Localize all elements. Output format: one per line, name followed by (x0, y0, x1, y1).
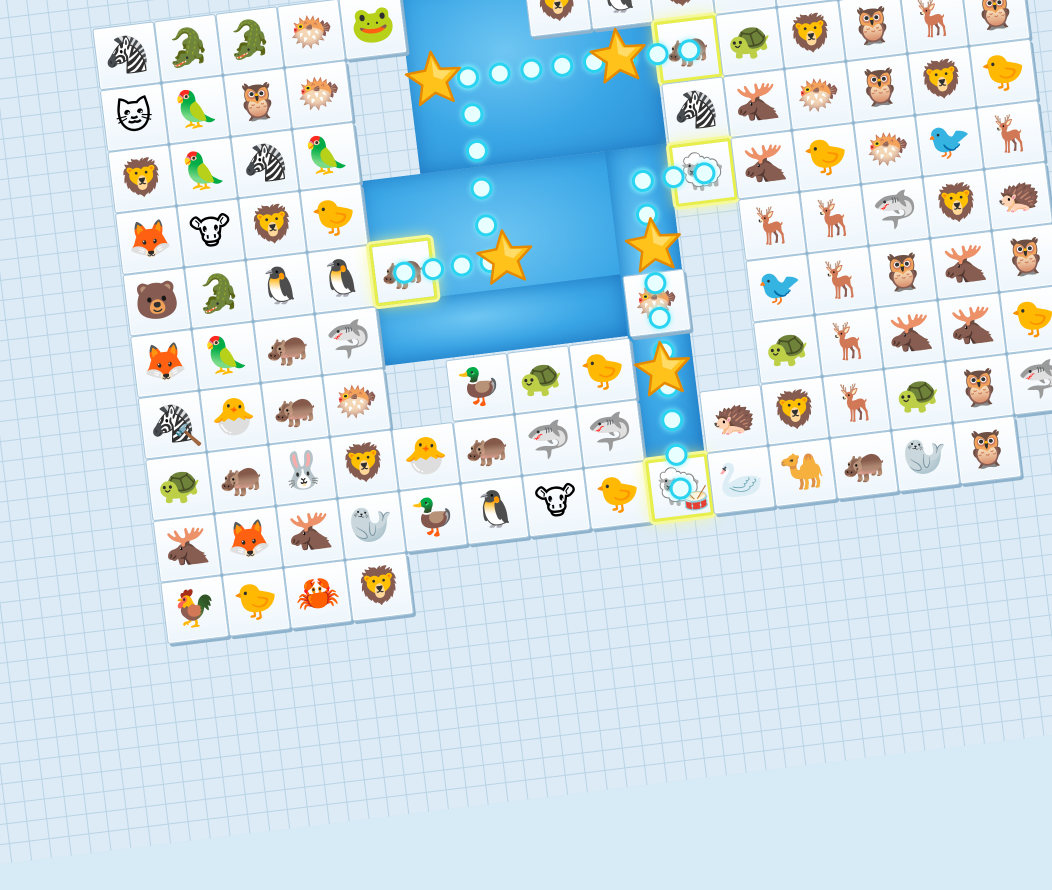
star-icon (633, 340, 691, 397)
game-board: 🦓🐊🐊🐡🐸🦁🐧🦁🐢🐒🦉🦌🐢🐱🦜🦉🐡🦛🐢🦁🦉🦌🦉🦁🦜🦓🦜🦓🫎🐡🦉🦁🐤🦊🐮🦁🐤🐑🫎🐤… (0, 0, 1052, 890)
connection-path-layer (0, 0, 1052, 890)
star-icon (404, 50, 461, 107)
star-icon (476, 229, 533, 285)
star-icon (625, 217, 682, 273)
star-icon (589, 27, 646, 84)
